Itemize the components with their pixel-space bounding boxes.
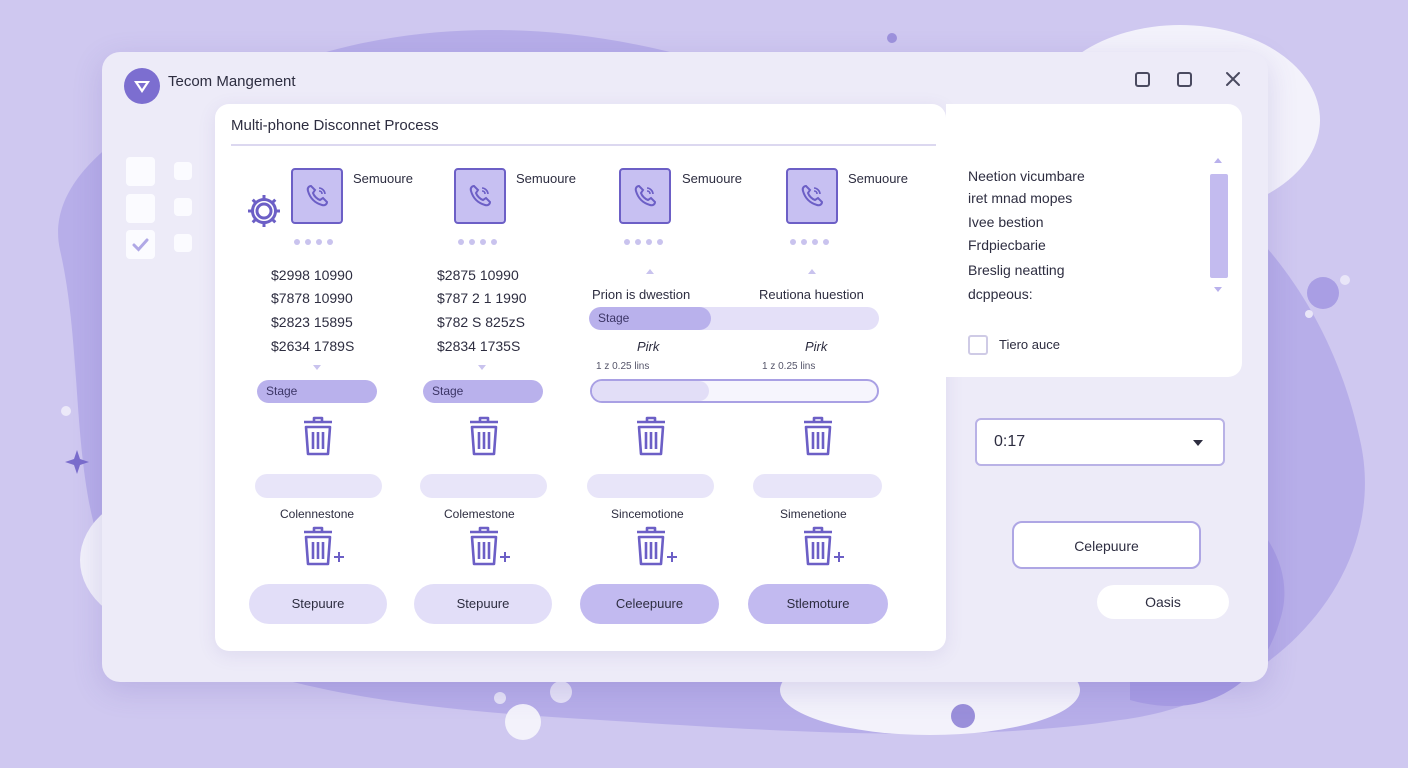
column-2-label: Semuoure xyxy=(516,171,576,186)
details-panel: Neetion vicumbare iret mnad mopes Ivee b… xyxy=(946,104,1242,377)
time-select-value: 0:17 xyxy=(994,433,1026,450)
amount-1-2: $7878 10990 xyxy=(271,290,353,306)
dots-2 xyxy=(458,239,497,245)
gear-icon[interactable] xyxy=(245,192,283,230)
maximize-button[interactable] xyxy=(1174,69,1194,89)
chevron-down-icon xyxy=(313,365,321,370)
trash-add-icon[interactable] xyxy=(801,525,847,567)
column-4-heading: Reutiona huestion xyxy=(759,287,864,302)
amount-2-3: $782 S 825zS xyxy=(437,314,525,330)
column-1-label: Semuoure xyxy=(353,171,413,186)
column-4-sublabel: Pirk xyxy=(805,339,828,354)
minimize-button[interactable] xyxy=(1132,69,1152,89)
column-4-action-button[interactable]: Stlemoture xyxy=(748,584,888,624)
amount-1-4: $2634 1789S xyxy=(271,338,355,354)
close-window-button[interactable] xyxy=(1223,69,1243,89)
sidebar-item-2[interactable] xyxy=(174,162,192,180)
detail-line-4: Frdpiecbarie xyxy=(968,237,1046,253)
chevron-down-icon xyxy=(478,365,486,370)
trash-icon[interactable] xyxy=(301,415,335,457)
trash-add-icon[interactable] xyxy=(634,525,680,567)
placeholder-pill-3 xyxy=(587,474,714,498)
maximize-icon xyxy=(1176,71,1192,87)
sidebar-item-5[interactable] xyxy=(174,234,192,252)
amount-1-1: $2998 10990 xyxy=(271,267,353,283)
dialog-title: Multi-phone Disconnet Process xyxy=(231,117,439,134)
detail-line-5: Breslig neatting xyxy=(968,262,1065,278)
trash-icon[interactable] xyxy=(634,415,668,457)
disconnect-dialog: Multi-phone Disconnet Process Semuoure $… xyxy=(215,104,946,651)
column-3-heading: Prion is dwestion xyxy=(592,287,691,302)
amount-1-3: $2823 15895 xyxy=(271,314,353,330)
sidebar-item-3[interactable] xyxy=(126,194,155,223)
app-title: Tecom Mangement xyxy=(168,73,296,90)
phone-tile-1[interactable] xyxy=(291,168,343,224)
stage-pill-2[interactable]: Stage xyxy=(423,380,543,403)
placeholder-pill-1 xyxy=(255,474,382,498)
scroll-up-icon[interactable] xyxy=(1214,158,1222,163)
detail-line-3: Ivee bestion xyxy=(968,214,1044,230)
phone-icon xyxy=(306,184,329,207)
stage-pill-1[interactable]: Stage xyxy=(257,380,377,403)
placeholder-pill-4 xyxy=(753,474,882,498)
phone-icon xyxy=(469,184,492,207)
sidebar-item-4[interactable] xyxy=(174,198,192,216)
chevron-down-icon xyxy=(1193,440,1203,446)
scroll-down-icon[interactable] xyxy=(1214,287,1222,292)
stage-progress-track[interactable]: Stage xyxy=(589,307,879,330)
sidebar-item-check[interactable] xyxy=(126,230,155,259)
detail-line-1: Neetion vicumbare xyxy=(968,168,1085,184)
amount-2-1: $2875 10990 xyxy=(437,267,519,283)
column-3-sublabel: Pirk xyxy=(637,339,660,354)
outlined-progress-track[interactable] xyxy=(590,379,879,403)
phone-tile-4[interactable] xyxy=(786,168,838,224)
placeholder-pill-2 xyxy=(420,474,547,498)
detail-line-2: iret mnad mopes xyxy=(968,190,1073,206)
stage-progress-label: Stage xyxy=(598,311,630,325)
trash-add-icon[interactable] xyxy=(467,525,513,567)
app-logo-icon xyxy=(124,68,160,104)
column-4-caption: Simenetione xyxy=(780,507,847,521)
trash-icon[interactable] xyxy=(467,415,501,457)
column-1-caption: Colennestone xyxy=(280,507,355,521)
detail-line-6: dcppeous: xyxy=(968,286,1033,302)
time-select[interactable]: 0:17 xyxy=(975,418,1225,466)
column-3-action-button[interactable]: Celeepuure xyxy=(580,584,719,624)
phone-tile-3[interactable] xyxy=(619,168,671,224)
column-4-small: 1 z 0.25 lins xyxy=(762,361,816,372)
phone-icon xyxy=(801,184,824,207)
column-2-caption: Colemestone xyxy=(444,507,515,521)
scrollbar-thumb[interactable] xyxy=(1210,174,1228,278)
trash-icon[interactable] xyxy=(801,415,835,457)
secondary-button[interactable]: Oasis xyxy=(1097,585,1229,619)
chevron-up-icon xyxy=(808,269,816,274)
check-icon xyxy=(132,238,149,252)
outlined-progress-fill xyxy=(592,381,709,401)
column-2-action-button[interactable]: Stepuure xyxy=(414,584,552,624)
phone-tile-2[interactable] xyxy=(454,168,506,224)
primary-button[interactable]: Celepuure xyxy=(1012,521,1201,569)
chevron-up-icon xyxy=(646,269,654,274)
checkbox-label: Tiero auce xyxy=(999,337,1060,352)
trash-add-icon[interactable] xyxy=(301,525,347,567)
column-3-label: Semuoure xyxy=(682,171,742,186)
dots-1 xyxy=(294,239,333,245)
column-3-caption: Sincemotione xyxy=(611,507,684,521)
dots-3 xyxy=(624,239,663,245)
amount-2-4: $2834 1735S xyxy=(437,338,521,354)
column-4-label: Semuoure xyxy=(848,171,908,186)
sidebar-item-1[interactable] xyxy=(126,157,155,186)
phone-icon xyxy=(634,184,657,207)
dots-4 xyxy=(790,239,829,245)
option-checkbox[interactable] xyxy=(968,335,988,355)
minimize-icon xyxy=(1134,71,1150,87)
amount-2-2: $787 2 1 1990 xyxy=(437,290,527,306)
close-icon xyxy=(1226,72,1240,86)
column-3-small: 1 z 0.25 lins xyxy=(596,361,650,372)
dialog-divider xyxy=(231,144,936,146)
column-1-action-button[interactable]: Stepuure xyxy=(249,584,387,624)
